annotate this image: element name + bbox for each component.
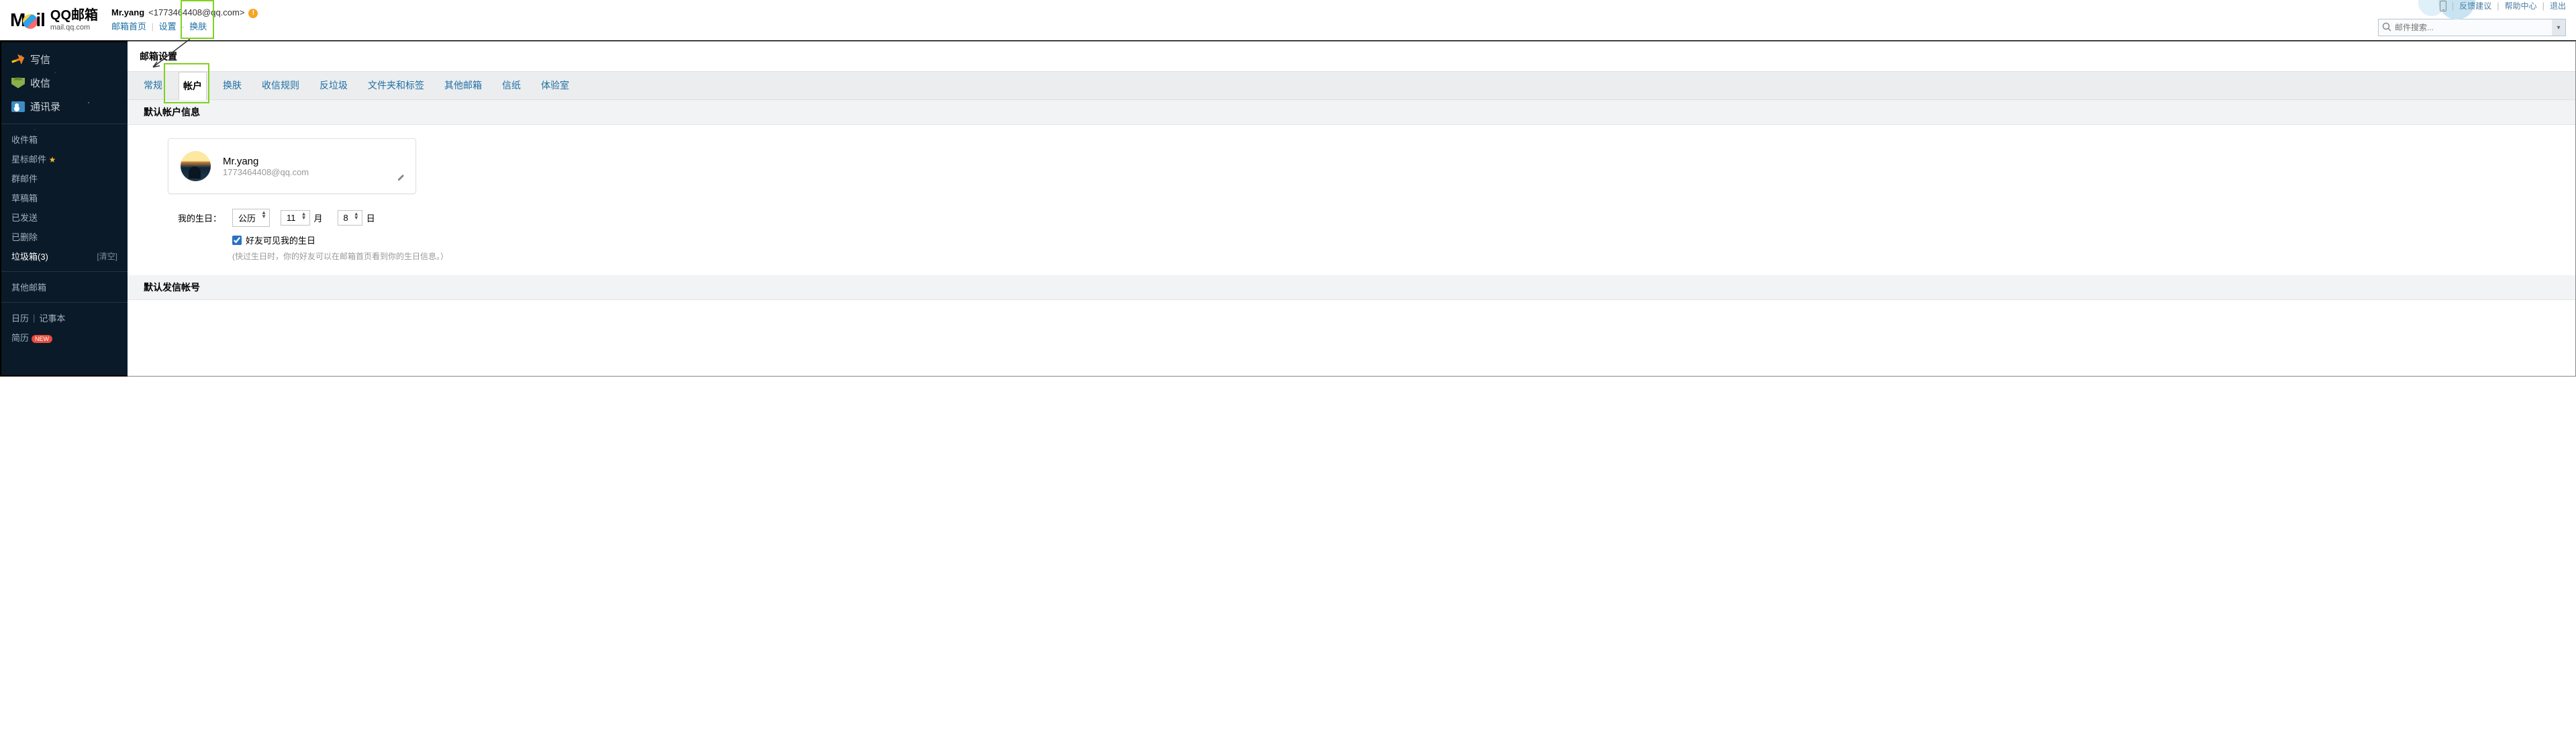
user-name: Mr.yang bbox=[111, 6, 144, 20]
user-email: <1773464408@qq.com> bbox=[148, 6, 244, 20]
sidebar-deleted[interactable]: 已删除 bbox=[11, 227, 117, 246]
logo-sub: mail.qq.com bbox=[50, 23, 98, 32]
nav-skin[interactable]: 换肤 bbox=[189, 21, 207, 32]
sidebar-draft[interactable]: 草稿箱 bbox=[11, 188, 117, 207]
main-content: 邮箱设置 常规 帐户 换肤 收信规则 反垃圾 文件夹和标签 其他邮箱 信纸 体验… bbox=[128, 41, 2576, 377]
tab-skin[interactable]: 换肤 bbox=[219, 72, 246, 99]
tab-other-mail[interactable]: 其他邮箱 bbox=[440, 72, 486, 99]
sidebar-sent[interactable]: 已发送 bbox=[11, 207, 117, 227]
warning-icon[interactable]: ! bbox=[248, 9, 258, 18]
logo-title: QQ邮箱 bbox=[50, 7, 98, 23]
new-badge: NEW bbox=[32, 335, 52, 343]
sidebar-other-mail[interactable]: 其他邮箱 bbox=[11, 277, 117, 297]
search-dropdown[interactable]: ▾ bbox=[2552, 19, 2565, 36]
tab-account[interactable]: 帐户 bbox=[179, 72, 207, 100]
inbox-icon bbox=[11, 78, 25, 89]
search-input[interactable] bbox=[2395, 23, 2552, 32]
birthday-hint: (快过生日时，你的好友可以在邮箱首页看到你的生日信息。） bbox=[232, 250, 2535, 262]
sidebar-resume[interactable]: 简历NEW bbox=[11, 331, 52, 344]
sidebar-calendar[interactable]: 日历 bbox=[11, 311, 29, 324]
section-send-account: 默认发信帐号 bbox=[128, 275, 2575, 300]
nav-settings[interactable]: 设置 bbox=[159, 21, 177, 32]
tab-paper[interactable]: 信纸 bbox=[498, 72, 525, 99]
sidebar-contact[interactable]: 通讯录 bbox=[11, 95, 117, 118]
sidebar-inbox-main[interactable]: 收信 bbox=[11, 71, 117, 95]
tab-bar: 常规 帐户 换肤 收信规则 反垃圾 文件夹和标签 其他邮箱 信纸 体验室 bbox=[128, 71, 2575, 100]
sidebar-inbox[interactable]: 收件箱 bbox=[11, 130, 117, 149]
section-account-info: 默认帐户信息 bbox=[128, 100, 2575, 125]
sidebar-write[interactable]: 写信 bbox=[11, 48, 117, 71]
feedback-link[interactable]: 反馈建议 bbox=[2459, 0, 2491, 11]
chevron-updown-icon: ▲▼ bbox=[301, 212, 307, 220]
tab-folders[interactable]: 文件夹和标签 bbox=[364, 72, 428, 99]
sidebar-star[interactable]: 星标邮件 ★ bbox=[11, 149, 117, 168]
month-select[interactable]: 11 ▲▼ bbox=[281, 210, 310, 226]
logo[interactable]: Mil QQ邮箱 mail.qq.com bbox=[10, 7, 98, 32]
tab-rules[interactable]: 收信规则 bbox=[258, 72, 303, 99]
sidebar-notes[interactable]: 记事本 bbox=[39, 311, 65, 324]
birthday-visible-label: 好友可见我的生日 bbox=[246, 234, 315, 246]
tab-general[interactable]: 常规 bbox=[140, 72, 166, 99]
write-icon bbox=[10, 52, 26, 67]
avatar[interactable] bbox=[181, 151, 211, 181]
phone-icon[interactable] bbox=[2440, 1, 2446, 11]
edit-icon[interactable] bbox=[397, 173, 406, 184]
card-name: Mr.yang bbox=[223, 156, 309, 167]
contact-icon bbox=[11, 101, 25, 112]
sidebar-trash[interactable]: 垃圾箱(3) [清空] bbox=[11, 246, 117, 266]
sidebar: 写信 收信 通讯录 收件箱 星标邮件 ★ 群邮件 草稿箱 已发送 已删除 垃圾箱… bbox=[0, 41, 128, 377]
logout-link[interactable]: 退出 bbox=[2550, 0, 2566, 11]
birthday-visible-checkbox[interactable] bbox=[232, 236, 242, 245]
star-icon: ★ bbox=[49, 155, 56, 164]
help-link[interactable]: 帮助中心 bbox=[2505, 0, 2537, 11]
birthday-label: 我的生日： bbox=[168, 211, 221, 224]
card-email: 1773464408@qq.com bbox=[223, 167, 309, 177]
nav-home[interactable]: 邮箱首页 bbox=[111, 21, 146, 32]
page-title: 邮箱设置 bbox=[128, 42, 2575, 71]
search-icon bbox=[2379, 22, 2395, 34]
clear-trash[interactable]: [清空] bbox=[97, 250, 117, 262]
day-select[interactable]: 8 ▲▼ bbox=[338, 210, 362, 226]
sidebar-group[interactable]: 群邮件 bbox=[11, 168, 117, 188]
chevron-updown-icon: ▲▼ bbox=[354, 212, 359, 220]
calendar-select[interactable]: 公历 ▲▼ bbox=[232, 209, 270, 227]
account-card: Mr.yang 1773464408@qq.com bbox=[168, 138, 416, 194]
tab-lab[interactable]: 体验室 bbox=[537, 72, 573, 99]
tab-spam[interactable]: 反垃圾 bbox=[315, 72, 352, 99]
chevron-updown-icon: ▲▼ bbox=[261, 211, 266, 219]
search-box[interactable]: ▾ bbox=[2378, 19, 2566, 36]
